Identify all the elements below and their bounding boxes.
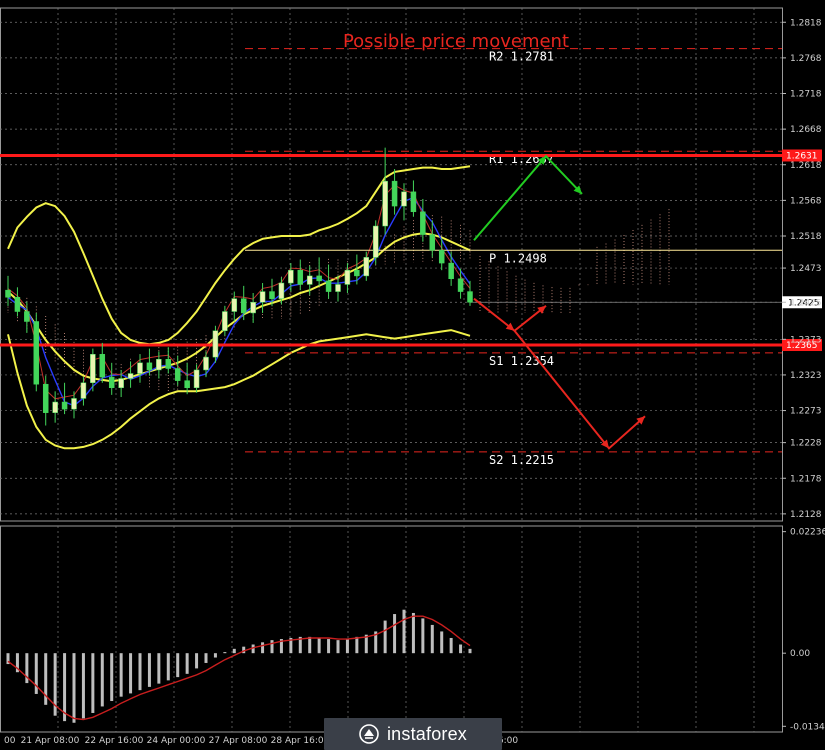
candle-body xyxy=(269,291,275,299)
candle-body xyxy=(250,302,256,314)
price-tick-label: 1.2425 xyxy=(790,298,822,308)
level-label-s1: S1 1.2354 xyxy=(489,354,554,368)
price-tick-label: 1.2568 xyxy=(790,196,822,206)
macd-tick-label: -0.01345 xyxy=(790,722,825,732)
time-tick-label: 00 xyxy=(4,736,16,746)
candle-body xyxy=(33,321,40,385)
candle-body xyxy=(61,401,68,410)
candle-body xyxy=(391,180,398,207)
price-tick-label: 1.2818 xyxy=(790,18,822,28)
candle-body xyxy=(467,291,473,303)
candle-body xyxy=(457,278,464,292)
candle-body xyxy=(193,369,200,389)
price-chart: R2 1.2781R1 1.2637P 1.2498S1 1.2354S2 1.… xyxy=(0,0,825,750)
candle-body xyxy=(52,401,58,413)
candle-body xyxy=(184,380,190,389)
level-label-s2: S2 1.2215 xyxy=(489,453,554,467)
price-tick-label: 1.2178 xyxy=(790,474,822,484)
candle-body xyxy=(203,356,209,371)
candle-body xyxy=(108,376,115,389)
level-label-p: P 1.2498 xyxy=(489,251,547,265)
candle-body xyxy=(222,311,228,332)
candle-body xyxy=(212,330,219,358)
price-tick-label: 1.2668 xyxy=(790,125,822,135)
time-tick-label: 24 Apr 00:00 xyxy=(147,736,206,746)
time-tick-label: 27 Apr 08:00 xyxy=(209,736,268,746)
candle-body xyxy=(429,234,436,251)
price-tick-label: 1.2718 xyxy=(790,90,822,100)
time-tick-label: 21 Apr 08:00 xyxy=(21,736,80,746)
price-tick-label: 1.2768 xyxy=(790,54,822,64)
candle-body xyxy=(99,354,106,378)
candle-body xyxy=(137,362,143,374)
candle-body xyxy=(231,298,238,312)
candle-body xyxy=(297,269,304,285)
candle-body xyxy=(71,398,77,410)
price-tick-label: 1.2323 xyxy=(790,371,822,381)
candle-body xyxy=(90,354,96,384)
candle-body xyxy=(363,257,370,277)
candle-body xyxy=(146,362,153,371)
price-tick-label: 1.2473 xyxy=(790,264,822,274)
candle-body xyxy=(278,282,285,299)
candle-body xyxy=(448,262,454,280)
candle-body xyxy=(354,269,360,277)
candle-body xyxy=(174,368,181,381)
price-tick-label: 1.2228 xyxy=(790,439,822,449)
candle-body xyxy=(306,275,313,285)
candle-body xyxy=(410,191,417,213)
watermark-banner: instaforex xyxy=(324,718,502,750)
time-tick-label: 28 Apr 16:00 xyxy=(271,736,330,746)
candle-body xyxy=(5,289,11,298)
chart-title: Possible price movement xyxy=(343,31,569,52)
price-tick-label: 1.2618 xyxy=(790,161,822,171)
candle-body xyxy=(165,359,172,369)
candle-body xyxy=(14,297,21,312)
candle-body xyxy=(335,284,341,292)
macd-tick-label: 0.00 xyxy=(790,649,810,659)
candle-body xyxy=(372,225,379,258)
candle-body xyxy=(259,291,266,303)
candle-body xyxy=(316,275,322,282)
candle-body xyxy=(420,211,426,235)
price-tick-label: 1.2373 xyxy=(790,335,822,345)
candle-body xyxy=(325,280,332,292)
candle-body xyxy=(382,180,388,227)
candle-body xyxy=(24,311,30,322)
instaforex-logo-icon xyxy=(359,724,379,744)
candle-body xyxy=(288,269,294,284)
macd-tick-label: 0.02236 xyxy=(790,528,825,538)
candle-body xyxy=(42,383,49,413)
candle-body xyxy=(240,298,247,314)
candle-body xyxy=(118,378,124,389)
price-tick-label: 1.2128 xyxy=(790,510,822,520)
watermark-text: instaforex xyxy=(386,723,468,744)
time-tick-label: 22 Apr 16:00 xyxy=(85,736,144,746)
price-tick-label: 1.2518 xyxy=(790,232,822,242)
candle-body xyxy=(401,191,407,207)
candle-body xyxy=(438,250,445,264)
candle-body xyxy=(344,269,351,285)
candle-body xyxy=(80,382,87,399)
price-tick-label: 1.2273 xyxy=(790,407,822,417)
candle-body xyxy=(156,359,162,371)
candle-body xyxy=(127,373,134,379)
